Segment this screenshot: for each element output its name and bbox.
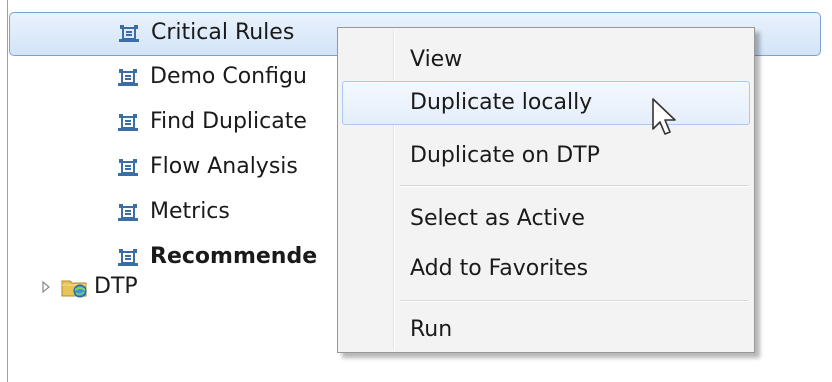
menu-item-label: Add to Favorites [410,256,589,281]
tree-item-label: Demo Configu [150,64,307,89]
mouse-cursor-icon [652,98,676,135]
rule-config-icon [118,204,138,221]
menu-item-label: Run [410,317,453,342]
rule-config-icon [118,159,138,176]
tree-item-label: Metrics [150,199,230,224]
tree-item-label: Find Duplicate [150,109,307,134]
menu-item-run[interactable]: Run [342,308,750,352]
dtp-folder-icon [61,280,87,298]
menu-item-label: Duplicate on DTP [410,143,600,168]
rule-config-icon [118,69,138,86]
tree-item-label: Critical Rules [151,20,295,45]
menu-item-duplicate-locally[interactable]: Duplicate locally [342,81,750,125]
menu-item-view[interactable]: View [342,38,750,82]
menu-separator-highlight [400,301,748,302]
menu-item-duplicate-on-dtp[interactable]: Duplicate on DTP [342,134,750,178]
rule-config-icon [119,25,139,42]
menu-item-label: View [410,47,463,72]
menu-item-label: Select as Active [410,206,585,231]
tree-folder-label: DTP [94,274,138,299]
rule-config-icon [118,114,138,131]
expand-arrow-icon[interactable] [38,279,54,295]
menu-separator-highlight [400,186,748,187]
menu-item-label: Duplicate locally [410,90,593,115]
tree-item-label: Flow Analysis [150,154,298,179]
menu-item-add-to-favorites[interactable]: Add to Favorites [342,247,750,291]
menu-item-select-as-active[interactable]: Select as Active [342,197,750,241]
rule-config-icon [118,249,138,266]
context-menu: View Duplicate locally Duplicate on DTP … [337,27,755,353]
